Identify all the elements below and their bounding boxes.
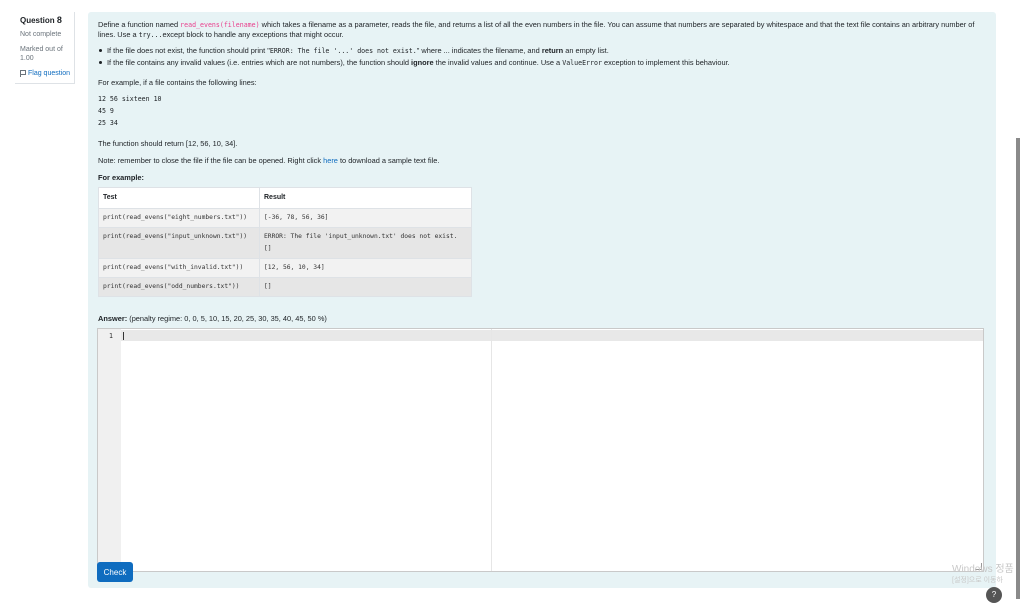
for-example-heading: For example: — [98, 173, 145, 182]
column-header-test: Test — [98, 187, 260, 209]
flag-question-label: Flag question — [28, 70, 71, 77]
result-cell: [] — [259, 277, 472, 297]
example-table: Test Result print(read_evens("eight_numb… — [98, 187, 472, 297]
help-button[interactable]: ? — [986, 587, 1002, 603]
requirements-list: If the file does not exist, the function… — [98, 46, 978, 68]
print-margin — [491, 329, 492, 571]
line-number-gutter: 1 — [98, 329, 121, 571]
penalty-regime: (penalty regime: 0, 0, 5, 10, 15, 20, 25… — [129, 314, 327, 323]
column-header-result: Result — [259, 187, 472, 209]
list-item: If the file does not exist, the function… — [99, 46, 978, 56]
note-paragraph: Note: remember to close the file if the … — [98, 156, 440, 165]
check-button[interactable]: Check — [97, 562, 133, 582]
question-info: Question 8 Not complete Marked out of 1.… — [15, 12, 75, 84]
download-link[interactable]: here — [323, 156, 338, 165]
marked-out-of-label: Marked out of — [20, 46, 63, 53]
table-row: print(read_evens("input_unknown.txt")) E… — [98, 227, 472, 259]
description-paragraph: Define a function named read_evens(filen… — [98, 20, 975, 39]
windows-activation-watermark: Windows 정품 [설정]으로 이동하 — [952, 564, 1014, 584]
test-cell: print(read_evens("eight_numbers.txt")) — [98, 208, 260, 228]
line-number: 1 — [109, 332, 113, 340]
question-status: Not complete — [20, 31, 62, 38]
table-row: print(read_evens("odd_numbers.txt")) [] — [98, 277, 472, 297]
table-row: print(read_evens("eight_numbers.txt")) [… — [98, 208, 472, 228]
flag-icon — [20, 70, 26, 77]
page-scrollbar[interactable] — [1016, 138, 1020, 599]
flag-question-link[interactable]: Flag question — [20, 69, 74, 78]
table-header-row: Test Result — [98, 187, 472, 209]
expected-return: The function should return [12, 56, 10, … — [98, 139, 238, 148]
code-editor[interactable]: 1 — [97, 328, 984, 572]
example-intro: For example, if a file contains the foll… — [98, 78, 257, 87]
question-mark: 1.00 — [20, 55, 34, 62]
file-contents: 12 56 sixteen 10 45 9 25 34 — [98, 95, 162, 127]
question-content: Define a function named read_evens(filen… — [88, 12, 996, 588]
list-item: If the file contains any invalid values … — [99, 58, 978, 68]
active-line-highlight — [121, 330, 983, 341]
test-cell: print(read_evens("odd_numbers.txt")) — [98, 277, 260, 297]
table-row: print(read_evens("with_invalid.txt")) [1… — [98, 258, 472, 278]
result-cell: [12, 56, 10, 34] — [259, 258, 472, 278]
function-signature: read_evens(filename) — [180, 21, 260, 29]
test-cell: print(read_evens("input_unknown.txt")) — [98, 227, 260, 259]
question-text: Define a function named read_evens(filen… — [98, 20, 978, 297]
result-cell: [-36, 78, 56, 36] — [259, 208, 472, 228]
question-number: Question 8 — [20, 15, 62, 26]
result-cell: ERROR: The file 'input_unknown.txt' does… — [259, 227, 472, 259]
answer-label: Answer: (penalty regime: 0, 0, 5, 10, 15… — [98, 314, 327, 323]
text-cursor — [123, 332, 124, 340]
test-cell: print(read_evens("with_invalid.txt")) — [98, 258, 260, 278]
